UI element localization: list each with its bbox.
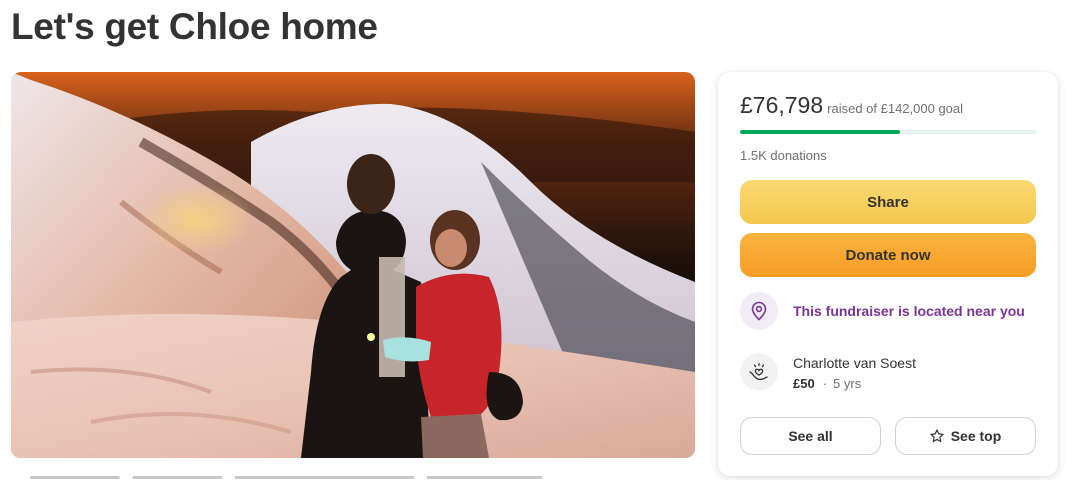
see-all-label: See all <box>788 428 833 444</box>
see-all-button[interactable]: See all <box>740 417 881 455</box>
separator-dot: · <box>822 376 828 391</box>
share-button[interactable]: Share <box>740 180 1036 224</box>
hero-photo-image <box>11 72 695 458</box>
donor-time: 5 yrs <box>833 376 862 391</box>
goal-text: raised of £142,000 goal <box>827 101 964 116</box>
amount-row: £76,798 raised of £142,000 goal <box>740 92 963 119</box>
page-title: Let's get Chloe home <box>11 6 378 47</box>
amount-raised: £76,798 <box>740 92 824 118</box>
heart-hands-icon <box>740 353 778 391</box>
donation-card: £76,798 raised of £142,000 goal 1.5K dona… <box>718 72 1058 476</box>
donor-name: Charlotte van Soest <box>793 355 916 371</box>
see-top-label: See top <box>950 428 1002 444</box>
donations-count: 1.5K donations <box>740 148 827 163</box>
donor-amount: £50 <box>793 376 815 391</box>
donate-now-button[interactable]: Donate now <box>740 233 1036 277</box>
see-top-button[interactable]: See top <box>895 417 1036 455</box>
hero-photo <box>11 72 695 458</box>
progress-bar <box>740 130 1036 134</box>
map-pin-icon <box>740 292 778 330</box>
donor-meta: £50 · 5 yrs <box>793 376 916 391</box>
recent-donation: Charlotte van Soest £50 · 5 yrs <box>740 352 916 391</box>
location-text: This fundraiser is located near you <box>793 303 1025 319</box>
star-icon <box>930 429 944 443</box>
location-notice: This fundraiser is located near you <box>740 292 1025 330</box>
progress-bar-fill <box>740 130 900 134</box>
